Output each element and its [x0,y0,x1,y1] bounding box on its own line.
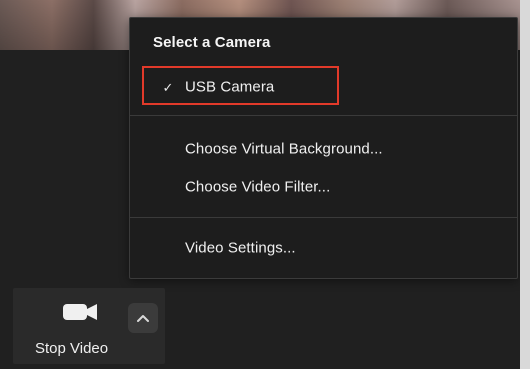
camera-menu: Select a Camera ✓ USB Camera Choose Virt… [129,17,518,279]
choose-video-filter-option[interactable]: Choose Video Filter... [130,173,517,201]
chevron-up-icon [137,315,149,322]
choose-virtual-background-label: Choose Virtual Background... [185,140,383,158]
video-settings-label: Video Settings... [185,239,296,257]
outer-border [520,0,530,369]
usb-camera-option[interactable]: ✓ USB Camera [130,66,517,105]
video-settings-option[interactable]: Video Settings... [130,234,517,262]
menu-heading: Select a Camera [153,34,271,51]
stop-video-button[interactable]: Stop Video [13,288,125,364]
video-camera-icon [63,304,97,320]
choose-video-filter-label: Choose Video Filter... [185,178,331,196]
checkmark-icon: ✓ [162,79,174,95]
menu-divider [130,217,517,218]
camera-options-button[interactable] [128,303,158,333]
menu-divider [130,115,517,116]
stop-video-label: Stop Video [35,340,109,357]
camera-control: Stop Video [13,288,165,364]
usb-camera-label: USB Camera [185,78,275,96]
choose-virtual-background-option[interactable]: Choose Virtual Background... [130,135,517,163]
meeting-frame: Select a Camera ✓ USB Camera Choose Virt… [0,0,520,369]
